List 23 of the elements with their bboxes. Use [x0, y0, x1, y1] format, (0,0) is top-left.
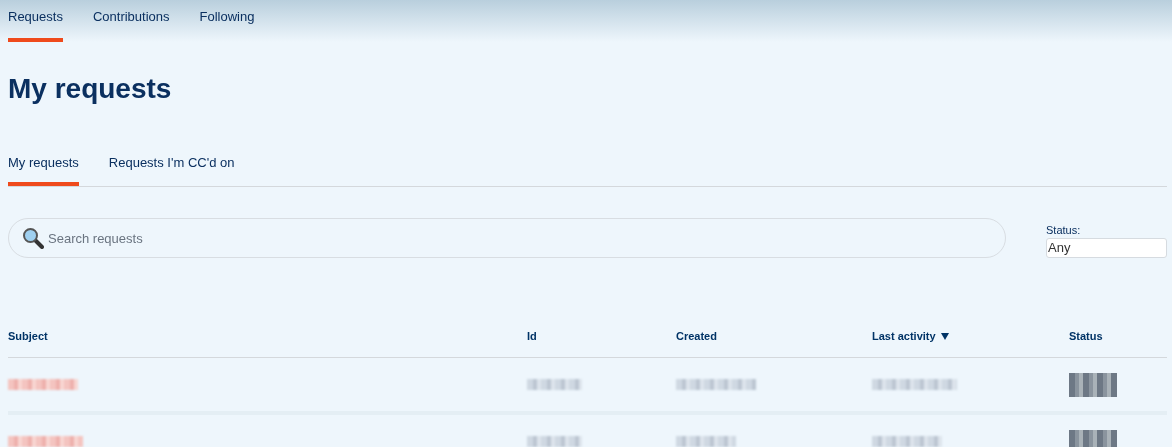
sub-tab[interactable]: My requests — [8, 141, 79, 186]
redacted-text — [527, 436, 582, 447]
column-header[interactable]: Status — [1069, 330, 1103, 342]
nav-tab[interactable]: Following — [199, 0, 255, 42]
column-header[interactable]: Created — [676, 330, 717, 342]
status-label: Status: — [1046, 224, 1082, 236]
redacted-text — [527, 379, 582, 390]
redacted-text — [1069, 372, 1117, 397]
search-field[interactable]: Search requests — [8, 218, 1006, 258]
sort-down-icon — [940, 332, 949, 340]
column-header[interactable]: Last activity — [872, 330, 949, 342]
search-icon — [22, 227, 44, 249]
redacted-text — [872, 436, 942, 447]
page-title: My requests — [8, 73, 173, 105]
redacted-text — [1069, 429, 1117, 447]
column-header[interactable]: Id — [527, 330, 537, 342]
status-dropdown[interactable]: Any — [1046, 238, 1167, 258]
nav-tab[interactable]: Requests — [8, 0, 63, 42]
nav-tab[interactable]: Contributions — [92, 0, 170, 42]
column-header[interactable]: Subject — [8, 330, 48, 342]
redacted-text — [8, 379, 78, 390]
sub-tab[interactable]: Requests I'm CC'd on — [108, 141, 235, 186]
redacted-text — [676, 436, 736, 447]
